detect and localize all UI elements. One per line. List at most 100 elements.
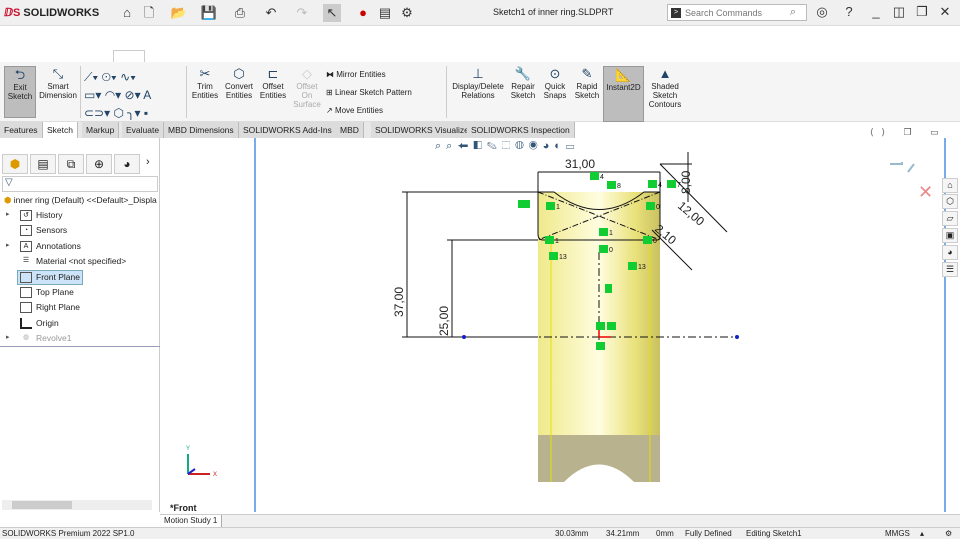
rapid-sketch-button[interactable]: ✎ Rapid Sketch — [572, 66, 602, 100]
chevron-right-icon[interactable]: › — [146, 156, 150, 168]
file-properties-icon[interactable]: ▤ — [376, 4, 394, 22]
tree-item-right-plane[interactable]: Right Plane — [20, 302, 80, 314]
tree-item-annotations[interactable]: ▸ A Annotations — [6, 241, 81, 253]
tree-item-revolve1[interactable]: ▸ ◍ Revolve1 — [6, 333, 71, 344]
mirror-entities-button[interactable]: ⧓ Mirror Entities — [326, 70, 386, 79]
tree-root[interactable]: ⬢ inner ring (Default) <<Default>_Displa — [4, 195, 157, 206]
heads-up-view-toolbar[interactable]: ⌕⌕⬅◧✎⬚◍◉◕◐▭ — [435, 140, 579, 153]
tab-sketch[interactable]: Sketch — [43, 122, 78, 138]
exit-sketch-button[interactable]: ⮌ Exit Sketch — [4, 66, 36, 118]
offset-entities-button[interactable]: ⊏ Offset Entities — [256, 66, 290, 100]
plane-icon — [20, 302, 32, 314]
move-entities-button[interactable]: ↗ Move Entities — [326, 106, 383, 115]
task-pane-home-icon[interactable]: ⌂ — [942, 178, 958, 193]
tab-mbd[interactable]: MBD — [336, 122, 364, 138]
task-pane-custom-properties-icon[interactable]: ☰ — [942, 262, 958, 277]
task-pane-appearances-icon[interactable]: ◕ — [942, 245, 958, 260]
task-pane-file-explorer-icon[interactable]: ▣ — [942, 228, 958, 243]
cursor-x: 30.03mm — [555, 529, 589, 538]
minimize-button[interactable]: _ — [867, 4, 885, 19]
display-delete-relations-button[interactable]: ⊥ Display/Delete Relations — [450, 66, 506, 100]
tree-item-sensors[interactable]: ◔ Sensors — [20, 225, 67, 237]
unit-dropdown-icon[interactable]: ▴ — [920, 528, 924, 539]
tab-motion-study-1[interactable]: Motion Study 1 — [160, 515, 223, 527]
sketch-tools-grid[interactable]: ⟋▾ ⊙▾ ∿▾ ▭▾ ◠▾ ⊘▾ A ⊂⊃▾ ⬡ ╮▾ ▪ — [84, 68, 151, 122]
configuration-manager-tab[interactable]: ⧉ — [58, 154, 84, 174]
svg-text:4: 4 — [658, 182, 662, 189]
undo-icon[interactable]: ↶ — [262, 4, 280, 22]
tab-solidworks-inspection[interactable]: SOLIDWORKS Inspection — [467, 122, 575, 138]
edit-mode: Editing Sketch1 — [746, 529, 802, 538]
tile-button[interactable]: ◫ — [890, 4, 908, 20]
offset-icon: ⊏ — [267, 66, 279, 81]
unit-system[interactable]: MMGS — [885, 528, 910, 539]
mirror-icon: ⧓ — [326, 70, 334, 79]
instant2d-button[interactable]: 📐 Instant2D — [603, 66, 644, 122]
viewport-window-controls[interactable]: ⟨⟩ ❐ ▭ — [870, 127, 947, 138]
redo-icon[interactable]: ↷ — [293, 4, 311, 22]
trim-entities-button[interactable]: ✂ Trim Entities — [188, 66, 222, 100]
offset-on-surface-button[interactable]: ◇ Offset On Surface — [291, 66, 323, 109]
tab-evaluate[interactable]: Evaluate — [122, 122, 165, 138]
tab-features[interactable]: Features — [0, 122, 43, 138]
repair-sketch-button[interactable]: 🔧 Repair Sketch — [508, 66, 538, 100]
dimxpert-tab[interactable]: ⊕ — [86, 154, 112, 174]
feature-manager-tab[interactable]: ⬢ — [2, 154, 28, 174]
filter-input[interactable]: ▽ — [2, 176, 158, 192]
triad: YX — [186, 446, 217, 478]
horizontal-scrollbar[interactable] — [2, 500, 152, 510]
svg-text:13: 13 — [638, 264, 646, 271]
save-icon[interactable]: 💾 — [200, 4, 218, 22]
svg-text:0: 0 — [653, 238, 657, 245]
confirmation-corner-accept-icon — [890, 162, 915, 173]
relations-icon: ⊥ — [472, 66, 484, 81]
graphics-area[interactable]: 31,00 8,00 12,00 2,10 37,00 25,00 4 8 4 … — [162, 122, 960, 513]
tree-item-history[interactable]: ▸ ↺ History — [6, 210, 62, 222]
dynamic-annotation-icon: ✎ — [486, 140, 502, 152]
home-icon[interactable]: ⌂ — [118, 4, 136, 22]
pattern-icon: ⊞ — [326, 88, 333, 97]
search-icon[interactable]: ⌕ — [790, 6, 796, 19]
search-commands-input[interactable]: > Search Commands ⌕ — [667, 4, 807, 21]
tab-markup[interactable]: Markup — [82, 122, 120, 138]
part-icon: ⬢ — [4, 195, 12, 205]
previous-view-icon: ⬅ — [457, 140, 474, 152]
task-pane-resources-icon[interactable]: ⬡ — [942, 194, 958, 209]
print-icon[interactable]: ⎙ — [231, 4, 249, 22]
svg-text:7: 7 — [677, 182, 681, 189]
customize-icon[interactable]: ⚙ — [945, 528, 952, 539]
tree-item-origin[interactable]: Origin — [20, 318, 59, 330]
sketch-canvas[interactable]: 31,00 8,00 12,00 2,10 37,00 25,00 4 8 4 … — [162, 122, 960, 512]
sensors-folder-icon: ◔ — [20, 225, 32, 237]
svg-text:13: 13 — [559, 254, 567, 261]
open-icon[interactable]: 📂 — [170, 4, 188, 22]
tree-item-material[interactable]: ☰ Material <not specified> — [20, 256, 126, 267]
options-gear-icon[interactable]: ⚙ — [398, 4, 416, 22]
tree-item-front-plane[interactable]: Front Plane — [17, 270, 83, 286]
display-manager-tab[interactable]: ◕ — [114, 154, 140, 174]
smart-dimension-button[interactable]: ⤡ Smart Dimension — [38, 66, 78, 100]
shaded-sketch-contours-button[interactable]: ▲ Shaded Sketch Contours — [646, 66, 684, 109]
help-icon[interactable]: ? — [840, 4, 858, 19]
zoom-to-fit-icon: ⌕ — [435, 140, 447, 152]
tab-solidworks-visualize[interactable]: SOLIDWORKS Visualize — [371, 122, 474, 138]
restore-button[interactable]: ❐ — [913, 4, 931, 20]
tab-mbd-dimensions[interactable]: MBD Dimensions — [164, 122, 239, 138]
section-view-icon: ◧ — [473, 140, 487, 152]
convert-entities-button[interactable]: ⬡ Convert Entities — [222, 66, 256, 100]
quick-snaps-button[interactable]: ⊙ Quick Snaps — [541, 66, 569, 100]
task-pane-design-library-icon[interactable]: ▱ — [942, 211, 958, 226]
plane-icon — [20, 272, 32, 284]
cursor-z: 0mm — [656, 529, 674, 538]
select-icon[interactable]: ↖ — [323, 4, 341, 22]
tab-solidworks-addins[interactable]: SOLIDWORKS Add-Ins — [239, 122, 337, 138]
linear-sketch-pattern-button[interactable]: ⊞ Linear Sketch Pattern — [326, 88, 412, 97]
solidworks-logo[interactable]: ⅅS SOLIDWORKS — [4, 6, 99, 19]
new-document-icon[interactable]: 🗋 — [140, 4, 158, 22]
confirmation-corner-cancel-icon: ✕ — [918, 182, 933, 202]
rebuild-icon[interactable]: ● — [354, 4, 372, 22]
property-manager-tab[interactable]: ▤ — [30, 154, 56, 174]
user-account-icon[interactable]: ◎ — [813, 4, 831, 20]
close-button[interactable]: ✕ — [936, 4, 954, 20]
tree-item-top-plane[interactable]: Top Plane — [20, 287, 74, 299]
